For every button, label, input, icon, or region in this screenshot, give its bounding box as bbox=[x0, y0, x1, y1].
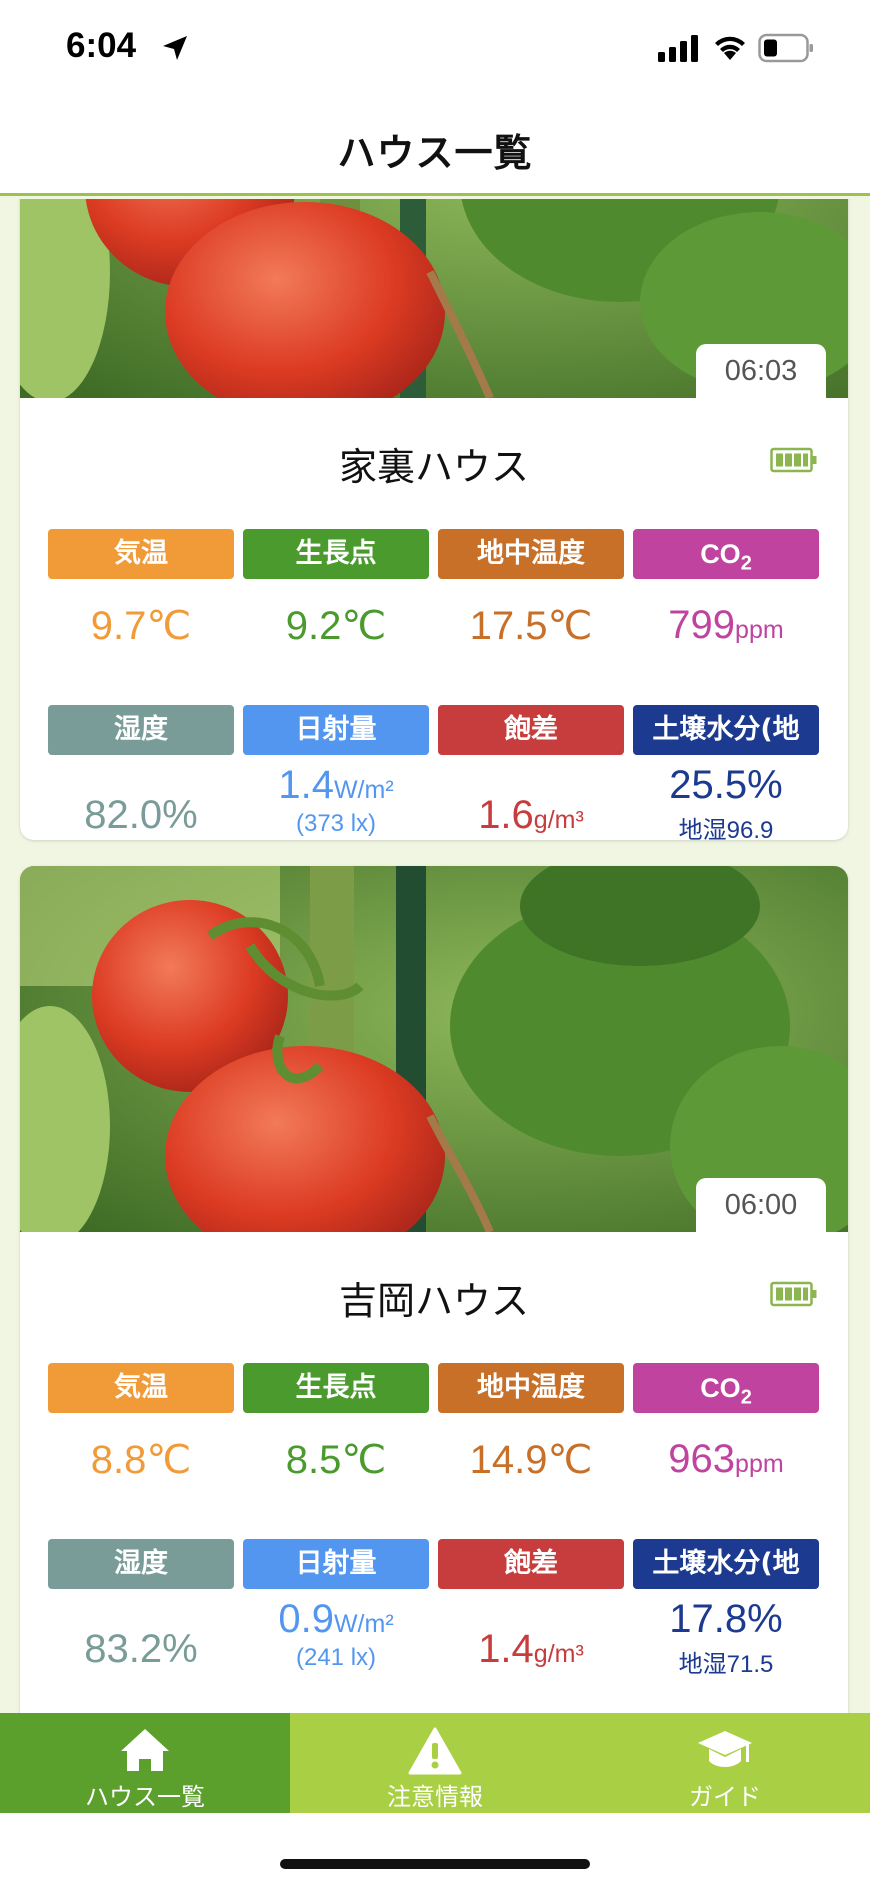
nav-alerts[interactable]: 注意情報 bbox=[290, 1713, 580, 1813]
growth-label: 生長点 bbox=[243, 1363, 429, 1413]
bottom-nav: ハウス一覧 注意情報 ガイド bbox=[0, 1713, 870, 1813]
temp-cell: 気温 8.8℃ bbox=[48, 1363, 234, 1483]
soil-temp-label: 地中温度 bbox=[438, 529, 624, 579]
house-card[interactable]: 06:03 家裏ハウス 気温 9.7℃ 生長点 9.2℃ 地中温度 17.5℃ … bbox=[20, 199, 848, 840]
co2-unit: ppm bbox=[735, 616, 784, 644]
growth-value: 8.5 bbox=[285, 1438, 342, 1482]
temp-value: 8.8 bbox=[90, 1438, 147, 1482]
soil-temp-cell: 地中温度 14.9℃ bbox=[438, 1363, 624, 1483]
deficit-cell: 飽差 1.4g/m³ bbox=[438, 1539, 624, 1672]
soil-temp-unit: ℃ bbox=[547, 604, 593, 648]
temp-value: 9.7 bbox=[90, 604, 147, 648]
growth-unit: ℃ bbox=[341, 604, 387, 648]
growth-cell: 生長点 8.5℃ bbox=[243, 1363, 429, 1483]
location-arrow-icon bbox=[163, 36, 187, 60]
soil-temp-cell: 地中温度 17.5℃ bbox=[438, 529, 624, 649]
co2-cell: CO2 799ppm bbox=[633, 529, 819, 648]
nav-house-list[interactable]: ハウス一覧 bbox=[0, 1713, 290, 1813]
update-time: 06:00 bbox=[696, 1178, 826, 1232]
soil-moist-value: 25.5% bbox=[669, 763, 783, 807]
deficit-label: 飽差 bbox=[438, 705, 624, 755]
co2-value: 963 bbox=[668, 1437, 736, 1481]
growth-unit: ℃ bbox=[341, 1438, 387, 1482]
soil-temp-label: 地中温度 bbox=[438, 1363, 624, 1413]
app-header: ハウス一覧 bbox=[0, 96, 870, 196]
soil-moist-cell: 土壌水分(地 25.5% 地湿96.9 bbox=[633, 705, 819, 840]
deficit-label: 飽差 bbox=[438, 1539, 624, 1589]
deficit-unit: g/m³ bbox=[533, 806, 584, 834]
cellular-signal-icon bbox=[658, 35, 698, 62]
battery-level-icon bbox=[770, 1281, 817, 1307]
temp-unit: ℃ bbox=[146, 1438, 192, 1482]
soil-moist-label: 土壌水分(地 bbox=[633, 705, 819, 755]
house-name: 家裏ハウス bbox=[338, 445, 529, 489]
soil-moist-value: 17.8% bbox=[669, 1597, 783, 1641]
solar-unit: W/m² bbox=[333, 1610, 394, 1638]
growth-value: 9.2 bbox=[285, 604, 342, 648]
solar-unit: W/m² bbox=[333, 776, 394, 804]
battery-level-icon bbox=[770, 447, 817, 473]
solar-cell: 日射量 1.4W/m² (373 lx) bbox=[243, 705, 429, 838]
solar-label: 日射量 bbox=[243, 705, 429, 755]
temp-label: 気温 bbox=[48, 1363, 234, 1413]
co2-label: CO2 bbox=[633, 1363, 819, 1413]
battery-icon bbox=[758, 33, 813, 63]
deficit-unit: g/m³ bbox=[533, 1640, 584, 1668]
nav-guide[interactable]: ガイド bbox=[580, 1713, 870, 1813]
solar-lux: (373 lx) bbox=[295, 810, 377, 837]
soil-moist-label: 土壌水分(地 bbox=[633, 1539, 819, 1589]
home-indicator-area bbox=[0, 1813, 870, 1883]
warning-icon bbox=[408, 1727, 462, 1775]
humidity-value: 83.2% bbox=[84, 1627, 198, 1671]
house-card[interactable]: 06:00 吉岡ハウス 気温 8.8℃ 生長点 8.5℃ 地中温度 14.9℃ … bbox=[20, 866, 848, 1713]
co2-label: CO2 bbox=[633, 529, 819, 579]
temp-label: 気温 bbox=[48, 529, 234, 579]
solar-value: 0.9 bbox=[278, 1597, 334, 1641]
soil-moist-sub: 地湿71.5 bbox=[678, 1651, 774, 1678]
solar-value: 1.4 bbox=[278, 763, 334, 807]
nav-house-list-label: ハウス一覧 bbox=[85, 1783, 205, 1811]
status-time: 6:04 bbox=[66, 26, 137, 65]
deficit-cell: 飽差 1.6g/m³ bbox=[438, 705, 624, 838]
nav-alerts-label: 注意情報 bbox=[387, 1783, 483, 1811]
house-list[interactable]: 06:03 家裏ハウス 気温 9.7℃ 生長点 9.2℃ 地中温度 17.5℃ … bbox=[0, 199, 870, 1713]
update-time: 06:03 bbox=[696, 344, 826, 398]
home-icon bbox=[121, 1729, 169, 1771]
growth-cell: 生長点 9.2℃ bbox=[243, 529, 429, 649]
humidity-value: 82.0% bbox=[84, 793, 198, 837]
nav-guide-label: ガイド bbox=[689, 1783, 761, 1811]
co2-unit: ppm bbox=[735, 1450, 784, 1478]
graduation-cap-icon bbox=[698, 1731, 752, 1767]
soil-moist-cell: 土壌水分(地 17.8% 地湿71.5 bbox=[633, 1539, 819, 1679]
home-indicator[interactable] bbox=[280, 1859, 590, 1869]
deficit-value: 1.6 bbox=[478, 793, 534, 837]
co2-cell: CO2 963ppm bbox=[633, 1363, 819, 1482]
house-name: 吉岡ハウス bbox=[338, 1279, 529, 1323]
solar-label: 日射量 bbox=[243, 1539, 429, 1589]
wifi-icon bbox=[715, 36, 745, 60]
humidity-cell: 湿度 83.2% bbox=[48, 1539, 234, 1672]
solar-cell: 日射量 0.9W/m² (241 lx) bbox=[243, 1539, 429, 1672]
page-title: ハウス一覧 bbox=[337, 131, 533, 175]
deficit-value: 1.4 bbox=[478, 1627, 534, 1671]
soil-temp-unit: ℃ bbox=[547, 1438, 593, 1482]
humidity-label: 湿度 bbox=[48, 705, 234, 755]
temp-cell: 気温 9.7℃ bbox=[48, 529, 234, 649]
soil-temp-value: 14.9 bbox=[469, 1438, 548, 1482]
solar-lux: (241 lx) bbox=[295, 1644, 377, 1671]
growth-label: 生長点 bbox=[243, 529, 429, 579]
status-bar: 6:04 bbox=[0, 0, 870, 96]
humidity-cell: 湿度 82.0% bbox=[48, 705, 234, 838]
temp-unit: ℃ bbox=[146, 604, 192, 648]
soil-temp-value: 17.5 bbox=[469, 604, 548, 648]
soil-moist-sub: 地湿96.9 bbox=[678, 817, 774, 840]
co2-value: 799 bbox=[668, 603, 736, 647]
humidity-label: 湿度 bbox=[48, 1539, 234, 1589]
